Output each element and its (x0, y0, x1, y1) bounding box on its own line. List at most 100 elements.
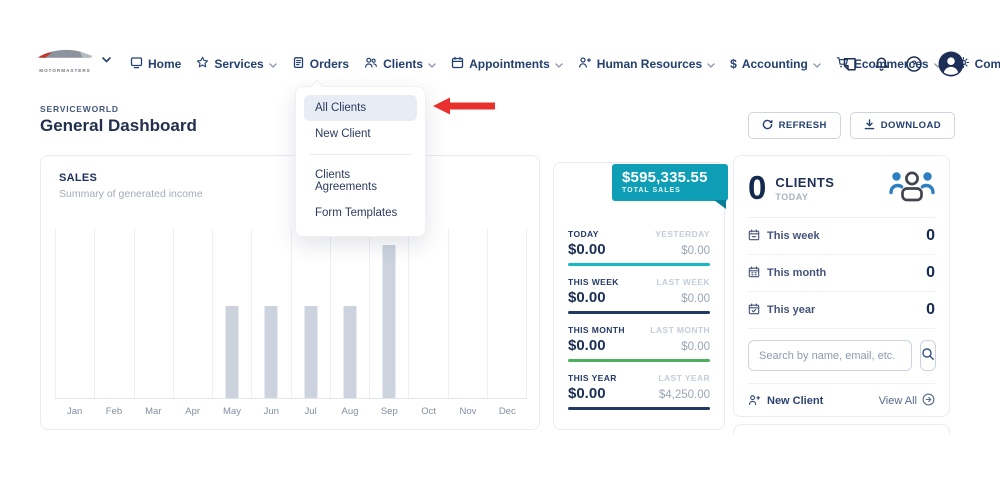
dropdown-item-all-clients[interactable]: All Clients (304, 95, 417, 121)
stat-compare-value: $0.00 (681, 293, 710, 305)
stat-value: $0.00 (568, 241, 606, 258)
nav-item-home[interactable]: Home (130, 56, 181, 72)
client-row-value: 0 (926, 227, 935, 244)
new-client-link[interactable]: New Client (748, 394, 823, 409)
chart-x-label: Aug (341, 405, 359, 417)
sales-stats-panel: TODAY YESTERDAY $0.00 $0.00 THIS WEEK LAST … (553, 162, 725, 430)
people-group-icon (889, 169, 935, 207)
chart-x-label: Oct (421, 405, 436, 417)
clients-row-this-week: This week 0 (748, 218, 935, 255)
nav-item-accounting[interactable]: $ Accounting (730, 57, 821, 71)
chevron-down-icon (707, 57, 715, 71)
total-sales-badge: $595,335.55 TOTAL SALES (612, 164, 728, 209)
brand-logo[interactable]: MOTORMASTERS (36, 47, 111, 73)
view-all-link[interactable]: View All (879, 393, 935, 409)
refresh-button[interactable]: REFRESH (747, 112, 841, 139)
chevron-down-icon[interactable] (102, 50, 111, 68)
stat-label: THIS WEEK (568, 277, 619, 287)
nav-item-clients[interactable]: Clients (364, 56, 436, 72)
nav-item-human-resources[interactable]: Human Resources (578, 56, 715, 72)
client-row-value: 0 (926, 264, 935, 281)
sales-chart-plot (55, 228, 527, 399)
stat-underline (568, 407, 710, 410)
stat-compare-label: LAST YEAR (658, 373, 710, 383)
nav-label: Orders (309, 57, 350, 71)
page: MOTORMASTERS Home Services Orders Client… (0, 0, 1000, 500)
calendar-icon (451, 56, 464, 72)
dropdown-item-clients-agreements[interactable]: Clients Agreements (304, 162, 417, 200)
search-icon (921, 347, 935, 364)
search-button[interactable] (920, 340, 936, 371)
chart-column (94, 228, 133, 398)
clients-card: 0 CLIENTS TODAY This week 0 This month 0… (733, 155, 950, 417)
chart-x-label: Apr (185, 405, 201, 417)
breadcrumb: SERVICEWORLD (40, 104, 119, 114)
stat-compare-label: LAST WEEK (656, 277, 710, 287)
clients-search-row (748, 340, 936, 384)
dropdown-item-new-client[interactable]: New Client (304, 121, 417, 147)
clipboard-icon (292, 56, 305, 72)
chart-x-label: Jun (263, 405, 279, 417)
total-sales-label: TOTAL SALES (622, 187, 681, 194)
chart-x-label: Feb (105, 405, 123, 417)
chart-column (55, 228, 94, 398)
stat-value: $0.00 (568, 337, 606, 354)
stat-label: THIS MONTH (568, 325, 625, 335)
download-icon (864, 118, 875, 133)
brand-name: MOTORMASTERS (39, 68, 91, 73)
clients-subtitle: TODAY (775, 191, 809, 202)
download-label: DOWNLOAD (880, 120, 941, 131)
chart-x-label: Mar (145, 405, 162, 417)
nav-item-appointments[interactable]: Appointments (451, 56, 563, 72)
download-button[interactable]: DOWNLOAD (849, 112, 955, 139)
chart-column (447, 228, 487, 398)
chart-column (329, 228, 369, 398)
sales-card: SALES Summary of generated income Jan Feb… (40, 155, 540, 430)
stat-block-this-month: THIS MONTH LAST MONTH $0.00 $0.00 (568, 325, 710, 362)
car-logo-icon (36, 47, 94, 67)
clients-row-this-month: This month 0 (748, 255, 935, 292)
stat-compare-value: $0.00 (681, 245, 710, 257)
stat-value: $0.00 (568, 385, 606, 402)
chart-x-label: Sep (380, 405, 398, 417)
stat-value: $0.00 (568, 289, 606, 306)
client-row-label-text: This month (767, 267, 827, 279)
sales-bar-chart: Jan Feb Mar Apr May Jun Jul Aug Sep Oct Nov Dec (55, 228, 527, 423)
chart-bar (382, 245, 396, 398)
search-input[interactable] (748, 340, 912, 371)
chart-column (133, 228, 173, 398)
bell-icon[interactable] (873, 56, 890, 73)
note-icon[interactable] (841, 56, 858, 73)
nav-item-orders[interactable]: Orders (292, 56, 349, 72)
sales-card-title: SALES (59, 172, 98, 184)
stat-compare-value: $0.00 (681, 341, 710, 353)
nav-label: Appointments (469, 57, 550, 71)
users-icon (364, 56, 378, 72)
refresh-label: REFRESH (778, 120, 827, 131)
total-sales-amount: $595,335.55 (622, 169, 708, 186)
chart-x-label: Jul (304, 405, 317, 417)
chart-column (408, 228, 447, 398)
arrow-right-circle-icon (922, 393, 935, 409)
clients-title: CLIENTS (775, 174, 835, 190)
nav-label: Clients (383, 57, 424, 71)
stat-block-today: TODAY YESTERDAY $0.00 $0.00 (568, 229, 710, 266)
nav-item-services[interactable]: Services (196, 56, 277, 72)
chart-column (212, 228, 251, 398)
dropdown-item-form-templates[interactable]: Form Templates (304, 200, 417, 226)
page-title: General Dashboard (40, 116, 197, 135)
calendar-minus-icon (748, 229, 760, 244)
avatar[interactable] (938, 51, 964, 77)
nav-label: Human Resources (596, 57, 703, 71)
chart-x-label: Nov (459, 405, 477, 417)
help-icon[interactable]: ? (905, 55, 923, 73)
chart-column (369, 228, 408, 398)
chart-bar (343, 306, 357, 398)
sales-stats-list: TODAY YESTERDAY $0.00 $0.00 THIS WEEK LAST … (568, 229, 710, 421)
chart-column (290, 228, 330, 398)
stat-underline (568, 263, 710, 266)
calendar-check-icon (748, 303, 760, 318)
chart-x-label: May (223, 405, 241, 417)
nav-label: Services (214, 57, 264, 71)
monitor-icon (130, 56, 143, 72)
